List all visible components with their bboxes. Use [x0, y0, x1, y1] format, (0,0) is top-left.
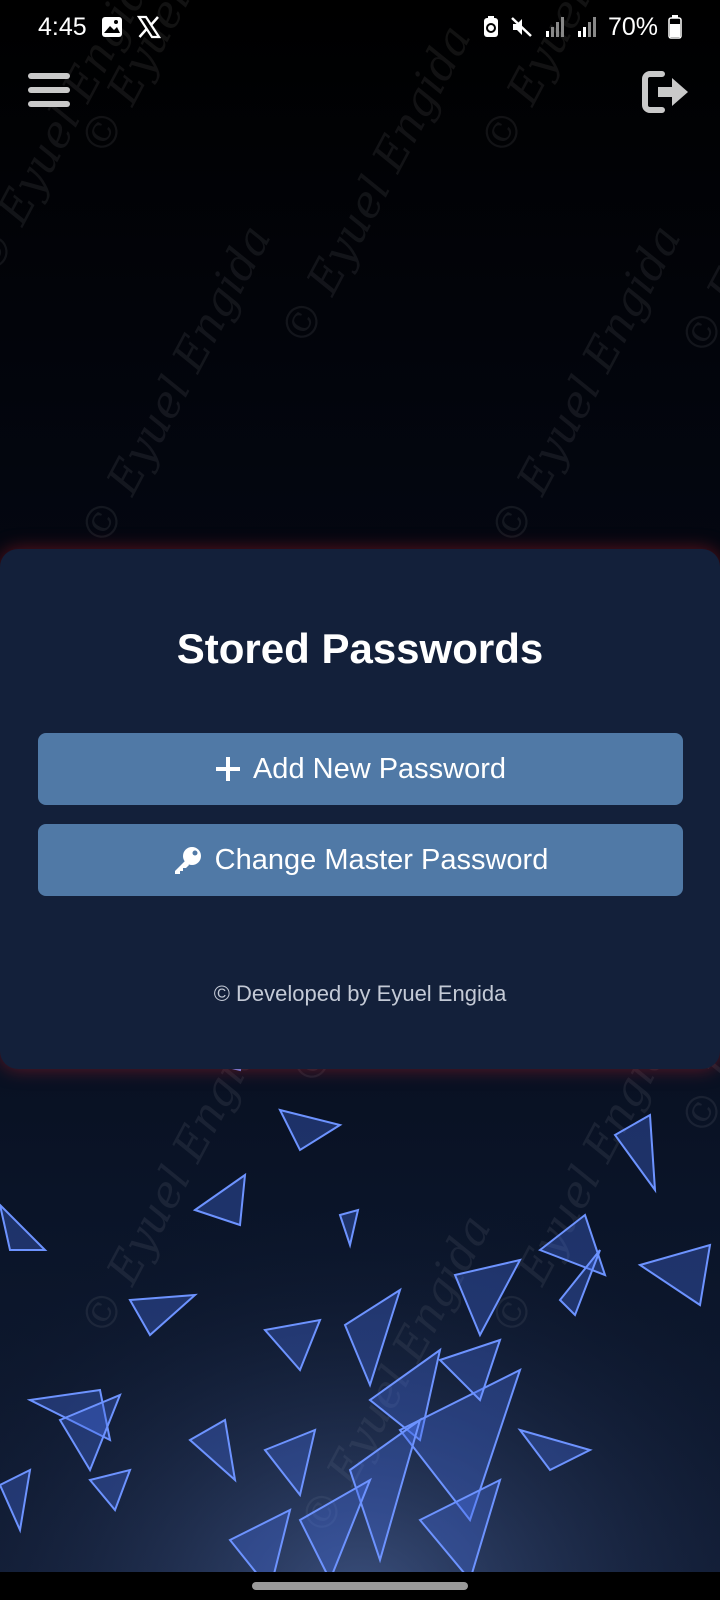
- change-master-password-label: Change Master Password: [214, 843, 549, 876]
- signal-icon: [544, 16, 566, 38]
- signal-icon: [576, 16, 598, 38]
- x-logo-icon: [136, 15, 161, 39]
- battery-icon: [668, 15, 682, 39]
- watermark-text: © Eyuel Engida: [480, 216, 692, 554]
- watermark-text: © Eyuel Engida: [270, 16, 482, 354]
- menu-bar: [28, 101, 70, 107]
- menu-bar: [28, 87, 70, 93]
- menu-bar: [28, 73, 70, 79]
- page-title: Stored Passwords: [176, 625, 544, 672]
- plus-icon: [215, 756, 241, 782]
- glass-shards-background: [0, 1000, 720, 1600]
- clock-time: 4:45: [38, 12, 87, 41]
- developer-credit: © Developed by Eyuel Engida: [213, 981, 507, 1006]
- status-bar: 4:45 70%: [0, 0, 720, 54]
- mute-icon: [510, 15, 534, 39]
- home-indicator[interactable]: [252, 1582, 468, 1590]
- add-new-password-label: Add New Password: [252, 752, 507, 785]
- change-master-password-button[interactable]: Change Master Password: [38, 824, 683, 896]
- battery-saver-icon: [482, 15, 500, 39]
- stored-passwords-card: Stored Passwords Add New Password Change…: [0, 549, 720, 1069]
- logout-icon[interactable]: [642, 70, 692, 114]
- key-icon: [173, 845, 203, 875]
- battery-percent: 70%: [607, 12, 658, 41]
- watermark-text: © Eyuel Engida: [70, 216, 282, 554]
- image-icon: [101, 16, 123, 38]
- hamburger-menu-icon[interactable]: [28, 70, 70, 110]
- add-new-password-button[interactable]: Add New Password: [38, 733, 683, 805]
- app-screen: © Eyuel Engida © Eyuel Engida © Eyuel En…: [0, 0, 720, 1600]
